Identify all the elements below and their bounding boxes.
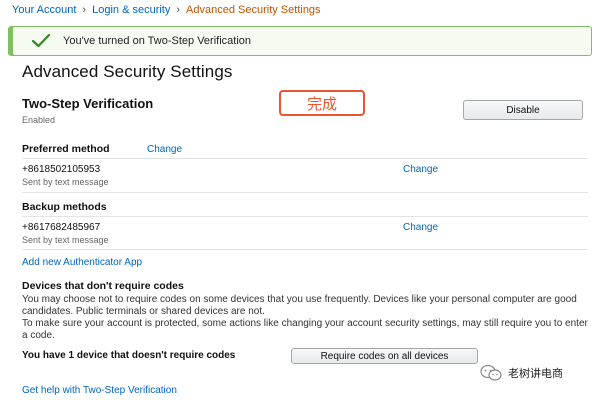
divider: [22, 158, 588, 159]
add-authenticator-link[interactable]: Add new Authenticator App: [22, 257, 142, 268]
two-step-status: Enabled: [22, 115, 56, 125]
success-alert: You've turned on Two-Step Verification: [8, 26, 592, 56]
preferred-phone: +8618502105953: [22, 164, 101, 175]
alert-message: You've turned on Two-Step Verification: [63, 35, 252, 47]
breadcrumb-separator: ›: [176, 4, 181, 16]
wechat-icon: [480, 364, 502, 381]
watermark: 老树讲电商: [480, 364, 563, 382]
breadcrumb: Your Account › Login & security › Advanced S…: [12, 4, 321, 16]
page-title: Advanced Security Settings: [22, 62, 233, 81]
completed-stamp: 完成: [279, 90, 365, 116]
disable-button[interactable]: Disable: [463, 100, 583, 120]
devices-description: You may choose not to require codes on s…: [22, 294, 588, 342]
preferred-method-heading: Preferred method: [22, 143, 110, 155]
preferred-change-link[interactable]: Change: [147, 144, 182, 155]
breadcrumb-separator: ›: [82, 4, 87, 16]
backup-phone: +8617682485967: [22, 222, 101, 233]
help-link[interactable]: Get help with Two-Step Verification: [22, 385, 177, 396]
checkmark-icon: [31, 33, 51, 48]
breadcrumb-your-account[interactable]: Your Account: [12, 4, 76, 16]
backup-phone-sub: Sent by text message: [22, 235, 109, 245]
preferred-phone-change-link[interactable]: Change: [403, 164, 438, 175]
devices-heading: Devices that don't require codes: [22, 280, 184, 292]
two-step-heading: Two-Step Verification: [22, 96, 154, 111]
device-count-text: You have 1 device that doesn't require c…: [22, 350, 236, 361]
backup-methods-heading: Backup methods: [22, 201, 107, 213]
divider: [22, 216, 588, 217]
devices-paragraph-1: You may choose not to require codes on s…: [22, 294, 577, 317]
watermark-text: 老树讲电商: [508, 368, 563, 380]
divider: [22, 192, 588, 193]
preferred-phone-sub: Sent by text message: [22, 177, 109, 187]
require-codes-button[interactable]: Require codes on all devices: [291, 348, 478, 364]
breadcrumb-current: Advanced Security Settings: [186, 4, 321, 16]
breadcrumb-login-security[interactable]: Login & security: [92, 4, 170, 16]
devices-paragraph-2: To make sure your account is protected, …: [22, 318, 588, 341]
divider: [22, 249, 588, 250]
backup-phone-change-link[interactable]: Change: [403, 222, 438, 233]
